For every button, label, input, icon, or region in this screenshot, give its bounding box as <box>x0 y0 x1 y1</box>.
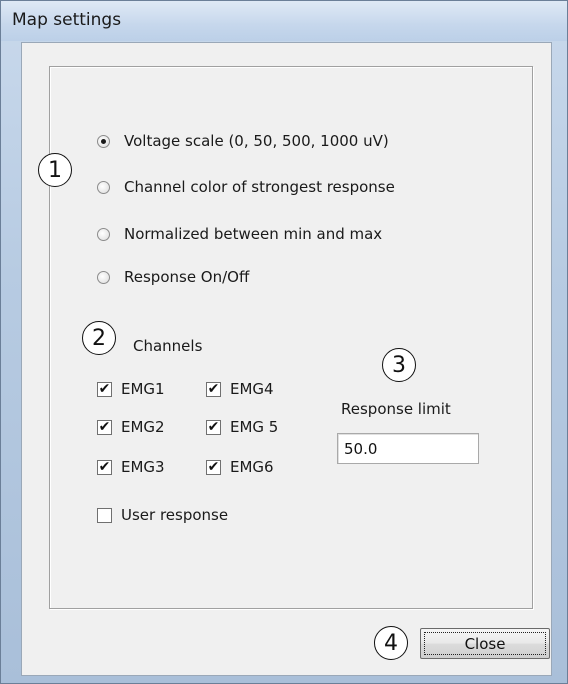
checkmark-icon[interactable]: ✔ <box>206 381 221 397</box>
checkmark-icon[interactable]: ✔ <box>206 419 221 435</box>
radio-channel-color[interactable]: Channel color of strongest response <box>97 178 395 196</box>
annotation-marker-3: 3 <box>382 348 416 382</box>
checkbox-user-response[interactable]: User response <box>97 506 228 524</box>
radio-response-on-off[interactable]: Response On/Off <box>97 268 249 286</box>
checkmark-icon[interactable]: ✔ <box>206 459 221 475</box>
checkbox-emg2[interactable]: ✔ EMG2 <box>97 418 165 436</box>
response-limit-label: Response limit <box>341 400 451 418</box>
map-settings-window: Map settings Voltage scale (0, 50, 500, … <box>0 0 568 684</box>
checkbox-emg4[interactable]: ✔ EMG4 <box>206 380 274 398</box>
radio-voltage-scale-label: Voltage scale (0, 50, 500, 1000 uV) <box>124 132 389 150</box>
radio-response-on-off-label: Response On/Off <box>124 268 250 286</box>
annotation-number: 2 <box>92 325 106 351</box>
checkbox-emg3-label: EMG3 <box>121 458 165 476</box>
annotation-number: 3 <box>392 352 406 378</box>
annotation-number: 4 <box>384 630 398 656</box>
checkbox-emg4-label: EMG4 <box>230 380 274 398</box>
annotation-marker-4: 4 <box>374 626 408 660</box>
radio-normalized-label: Normalized between min and max <box>124 225 383 243</box>
checkmark-icon[interactable]: ✔ <box>97 419 112 435</box>
radio-button-icon[interactable] <box>97 270 110 284</box>
checkbox-empty-icon[interactable] <box>97 507 112 523</box>
checkbox-emg2-label: EMG2 <box>121 418 165 436</box>
checkbox-emg1[interactable]: ✔ EMG1 <box>97 380 165 398</box>
annotation-number: 1 <box>48 157 62 183</box>
radio-voltage-scale[interactable]: Voltage scale (0, 50, 500, 1000 uV) <box>97 132 389 150</box>
radio-button-icon[interactable] <box>97 180 110 194</box>
checkmark-icon[interactable]: ✔ <box>97 381 112 397</box>
checkbox-user-response-label: User response <box>121 506 229 524</box>
radio-button-icon[interactable] <box>97 134 110 148</box>
radio-button-icon[interactable] <box>97 227 110 241</box>
close-button[interactable]: Close <box>420 628 550 659</box>
response-limit-input[interactable] <box>337 433 479 464</box>
checkbox-emg3[interactable]: ✔ EMG3 <box>97 458 165 476</box>
checkmark-icon[interactable]: ✔ <box>97 459 112 475</box>
checkbox-emg6[interactable]: ✔ EMG6 <box>206 458 274 476</box>
focus-rectangle <box>424 632 546 655</box>
checkbox-emg1-label: EMG1 <box>121 380 165 398</box>
title-bar[interactable]: Map settings <box>1 1 567 41</box>
window-title: Map settings <box>12 10 122 30</box>
checkbox-emg5-label: EMG 5 <box>230 418 279 436</box>
annotation-marker-2: 2 <box>82 321 116 355</box>
annotation-marker-1: 1 <box>38 153 72 187</box>
radio-normalized[interactable]: Normalized between min and max <box>97 225 382 243</box>
channels-heading: Channels <box>133 337 203 355</box>
dialog-client-area: Voltage scale (0, 50, 500, 1000 uV) Chan… <box>21 42 552 676</box>
checkbox-emg5[interactable]: ✔ EMG 5 <box>206 418 278 436</box>
radio-channel-color-label: Channel color of strongest response <box>124 178 395 196</box>
checkbox-emg6-label: EMG6 <box>230 458 274 476</box>
